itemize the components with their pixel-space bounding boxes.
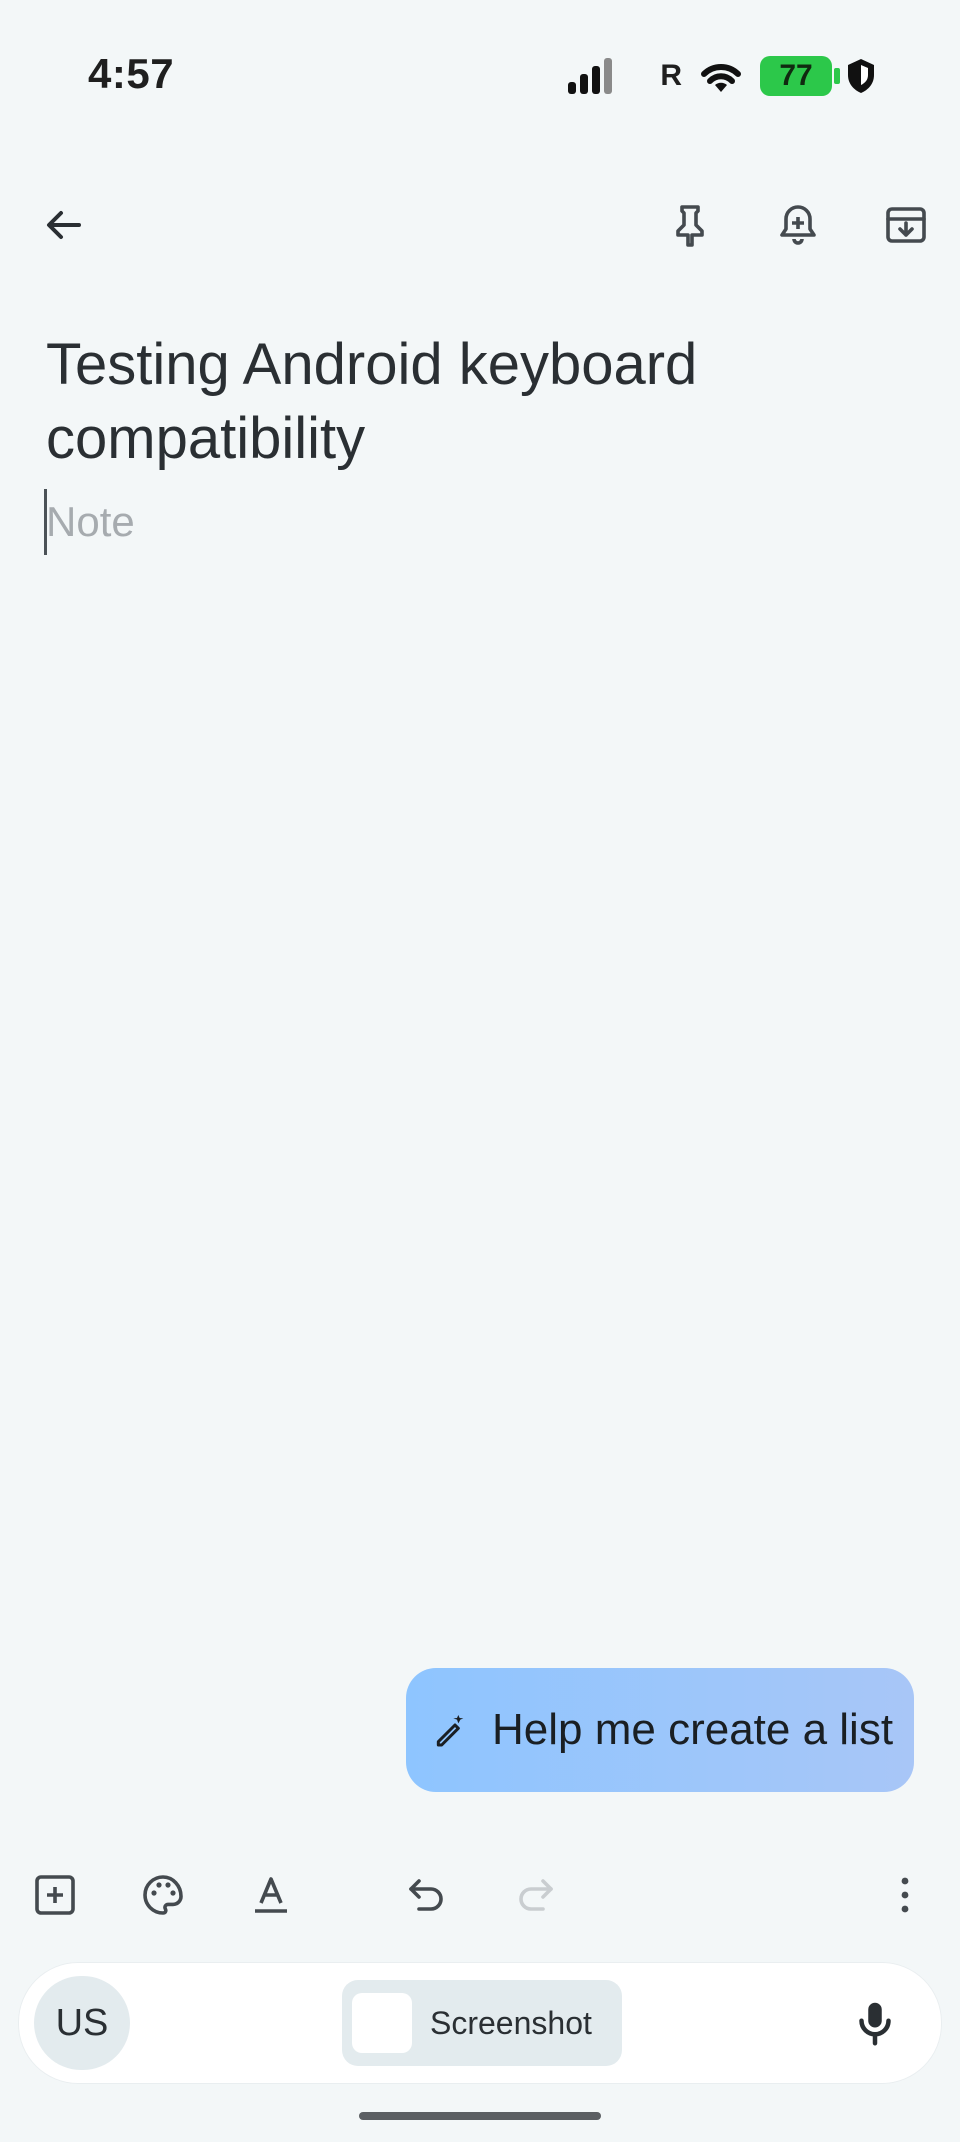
more-vert-icon[interactable] [870, 1860, 940, 1930]
screenshot-thumbnail [352, 1993, 412, 2053]
note-body-input[interactable]: Note [46, 498, 135, 546]
battery-level: 77 [779, 59, 813, 92]
language-label: US [55, 2001, 109, 2044]
magic-pen-icon [436, 1715, 464, 1747]
text-format-icon[interactable] [236, 1860, 306, 1930]
keyboard-suggestion-bar: US Screenshot [18, 1962, 942, 2084]
screenshot-suggestion-chip[interactable]: Screenshot [342, 1980, 622, 2066]
signal-icon [568, 58, 613, 94]
suggestion-label: Screenshot [430, 2004, 592, 2041]
archive-icon[interactable] [871, 190, 941, 260]
back-arrow-icon[interactable] [28, 190, 98, 260]
gesture-handle[interactable] [359, 2112, 601, 2120]
add-box-icon[interactable] [20, 1860, 90, 1930]
help-create-list-button[interactable]: Help me create a list [406, 1668, 914, 1792]
redo-icon [500, 1860, 570, 1930]
undo-icon[interactable] [392, 1860, 462, 1930]
top-toolbar [0, 190, 960, 260]
palette-icon[interactable] [128, 1860, 198, 1930]
status-time: 4:57 [88, 50, 175, 97]
add-reminder-icon[interactable] [763, 190, 833, 260]
help-create-list-label: Help me create a list [492, 1705, 894, 1754]
wifi-icon [701, 63, 741, 92]
microphone-icon[interactable] [848, 1996, 902, 2050]
note-title[interactable]: Testing Android keyboard compatibility [46, 328, 916, 476]
language-switch-button[interactable]: US [34, 1976, 130, 2070]
editor-toolbar [0, 1860, 960, 1926]
pin-icon[interactable] [655, 190, 725, 260]
shield-icon [848, 59, 874, 93]
roaming-indicator: R [660, 59, 682, 92]
battery-indicator: 77 [760, 56, 840, 96]
status-icons: R 77 [566, 56, 876, 96]
